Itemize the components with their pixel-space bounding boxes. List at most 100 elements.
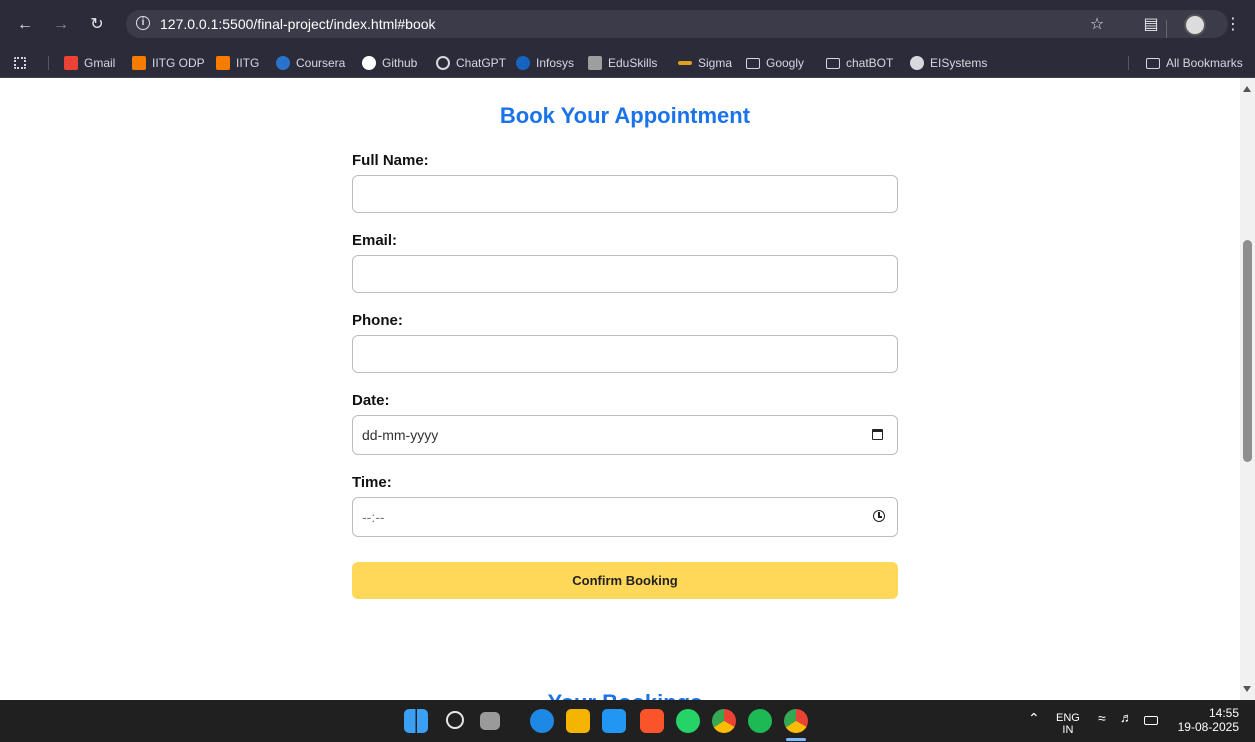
- date-placeholder: dd-mm-yyyy: [362, 427, 439, 443]
- show-hidden-icons-chevron-icon[interactable]: ⌃: [1028, 711, 1040, 725]
- globe-icon: [910, 56, 924, 70]
- scroll-down-arrow-icon[interactable]: [1243, 686, 1251, 692]
- chrome-icon[interactable]: [712, 709, 736, 733]
- time-input[interactable]: --:--: [352, 497, 898, 537]
- bookmark-folder-chatbot[interactable]: chatBOT: [826, 55, 893, 71]
- page-content: Book Your Appointment Full Name: Email: …: [0, 78, 1240, 700]
- windows-taskbar: ⌃ ENG IN ≈ ♬ 14:55 19-08-2025: [0, 700, 1255, 742]
- task-view-icon[interactable]: [480, 712, 500, 730]
- address-row: ← → ↻ i 127.0.0.1:5500/final-project/ind…: [0, 4, 1255, 44]
- vscode-icon[interactable]: [602, 709, 626, 733]
- extensions-icon[interactable]: ▤: [1140, 14, 1162, 36]
- language-bottom: IN: [1062, 724, 1074, 736]
- bookmark-gmail[interactable]: Gmail: [64, 55, 115, 71]
- bookmark-label: Infosys: [536, 56, 575, 70]
- back-arrow-icon[interactable]: ←: [14, 14, 36, 36]
- bookmark-label: ChatGPT: [456, 56, 507, 70]
- spotify-icon[interactable]: [748, 709, 772, 733]
- bookmark-label: Googly: [766, 56, 805, 70]
- bookmark-label: EduSkills: [608, 56, 658, 70]
- infosys-icon: [516, 56, 530, 70]
- bookmark-label: Github: [382, 56, 418, 70]
- full-name-input[interactable]: [352, 175, 898, 213]
- apps-icon: [14, 57, 26, 69]
- url-text[interactable]: 127.0.0.1:5500/final-project/index.html#…: [160, 16, 436, 32]
- folder-icon: [1146, 57, 1160, 69]
- file-explorer-icon[interactable]: [566, 709, 590, 733]
- folder-icon: [826, 57, 840, 69]
- whatsapp-icon[interactable]: [676, 709, 700, 733]
- reload-icon[interactable]: ↻: [86, 14, 108, 36]
- bookmark-label: Gmail: [84, 56, 116, 70]
- bookmarks-divider: [48, 56, 49, 70]
- bookmark-label: Coursera: [296, 56, 346, 70]
- bookmark-eduskills[interactable]: EduSkills: [588, 55, 657, 71]
- bookmark-label: Sigma: [698, 56, 733, 70]
- profile-avatar[interactable]: [1184, 14, 1206, 36]
- windows-start-icon[interactable]: [404, 709, 428, 733]
- page-title: Book Your Appointment: [499, 103, 751, 128]
- search-icon[interactable]: [446, 711, 464, 729]
- time-placeholder: --:--: [362, 509, 385, 525]
- github-icon: [362, 56, 376, 70]
- iitg-icon: [132, 56, 146, 70]
- bookmark-infosys[interactable]: Infosys: [516, 55, 574, 71]
- bookmark-eisystems[interactable]: EISystems: [910, 55, 987, 71]
- gmail-icon: [64, 56, 78, 70]
- bookmark-label: EISystems: [930, 56, 988, 70]
- clock-icon[interactable]: [873, 510, 885, 522]
- phone-input[interactable]: [352, 335, 898, 373]
- iitg-icon: [216, 56, 230, 70]
- page-scrollbar[interactable]: [1240, 78, 1255, 700]
- active-app-indicator: [786, 738, 806, 741]
- clock-date: 19-08-2025: [1177, 720, 1239, 734]
- calendar-icon[interactable]: [872, 429, 883, 440]
- phone-label: Phone:: [352, 312, 403, 329]
- bookmark-sigma[interactable]: Sigma: [678, 55, 732, 71]
- chrome-active-icon[interactable]: [784, 709, 808, 733]
- scroll-up-arrow-icon[interactable]: [1243, 86, 1251, 92]
- bookmarks-divider: [1128, 56, 1129, 70]
- edge-icon[interactable]: [530, 709, 554, 733]
- menu-kebab-icon[interactable]: ⋮: [1222, 14, 1244, 36]
- scrollbar-thumb[interactable]: [1243, 240, 1252, 462]
- bookmark-chatgpt[interactable]: ChatGPT: [436, 55, 506, 71]
- language-indicator[interactable]: ENG IN: [1056, 712, 1080, 736]
- clock-time: 14:55: [1208, 706, 1239, 720]
- all-bookmarks-label: All Bookmarks: [1166, 56, 1243, 70]
- coursera-icon: [276, 56, 290, 70]
- bookings-section-heading: Your Bookings: [0, 690, 1240, 700]
- bookmark-label: IITG ODP: [152, 56, 205, 70]
- bookmark-label: IITG: [236, 56, 260, 70]
- bookmark-github[interactable]: Github: [362, 55, 417, 71]
- folder-icon: [746, 57, 760, 69]
- bookmark-iitg-odp[interactable]: IITG ODP: [132, 55, 205, 71]
- star-icon[interactable]: ☆: [1086, 14, 1108, 36]
- site-info-icon[interactable]: i: [136, 16, 150, 30]
- battery-icon[interactable]: [1144, 716, 1158, 725]
- date-input[interactable]: dd-mm-yyyy: [352, 415, 898, 455]
- system-clock[interactable]: 14:55 19-08-2025: [1178, 706, 1239, 734]
- bookmark-coursera[interactable]: Coursera: [276, 55, 345, 71]
- forward-arrow-icon[interactable]: →: [50, 14, 72, 36]
- toolbar-divider: [1166, 20, 1167, 38]
- all-bookmarks[interactable]: All Bookmarks: [1146, 55, 1243, 71]
- confirm-booking-button[interactable]: Confirm Booking: [352, 562, 898, 599]
- bookmarks-bar: Gmail IITG ODP IITG Coursera Github Chat…: [0, 48, 1255, 78]
- email-input[interactable]: [352, 255, 898, 293]
- chatgpt-icon: [436, 56, 450, 70]
- bookmark-label: chatBOT: [846, 56, 894, 70]
- bookmark-iitg[interactable]: IITG: [216, 55, 259, 71]
- time-label: Time:: [352, 474, 392, 491]
- full-name-label: Full Name:: [352, 152, 429, 169]
- volume-icon[interactable]: ♬: [1120, 711, 1133, 724]
- language-top: ENG: [1056, 712, 1080, 724]
- email-label: Email:: [352, 232, 398, 249]
- sigma-icon: [678, 61, 692, 65]
- apps-grid-icon[interactable]: [14, 55, 26, 71]
- brave-icon[interactable]: [640, 709, 664, 733]
- eduskills-icon: [588, 56, 602, 70]
- browser-toolbar: ← → ↻ i 127.0.0.1:5500/final-project/ind…: [0, 0, 1255, 48]
- wifi-icon[interactable]: ≈: [1098, 711, 1106, 725]
- bookmark-folder-googly[interactable]: Googly: [746, 55, 804, 71]
